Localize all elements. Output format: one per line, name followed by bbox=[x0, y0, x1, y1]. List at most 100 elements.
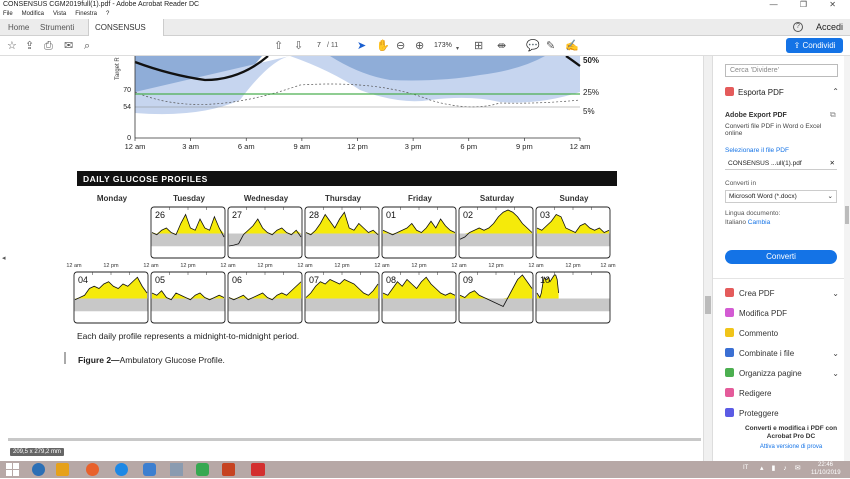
day-profile-panel: 28 bbox=[304, 206, 380, 259]
y-tick-0: 0 bbox=[127, 135, 131, 142]
promo-text: Converti e modifica i PDF con Acrobat Pr… bbox=[744, 425, 838, 440]
window-controls[interactable]: — ❐ ✕ bbox=[770, 0, 846, 10]
taskbar-app-2-icon[interactable] bbox=[143, 463, 156, 476]
expand-icon[interactable]: ⌄ bbox=[832, 367, 839, 381]
window-title: CONSENSUS CGM2019full(1).pdf - Adobe Acr… bbox=[3, 1, 200, 8]
highlight-icon[interactable]: ✎ bbox=[546, 39, 555, 53]
zoom-out-icon[interactable]: ⊖ bbox=[396, 39, 405, 53]
start-button[interactable] bbox=[6, 463, 19, 476]
fit-page-icon[interactable]: ⊞ bbox=[474, 39, 483, 53]
organize-icon bbox=[725, 368, 734, 377]
page-number-input[interactable]: 7 bbox=[312, 40, 326, 51]
day-axis-tick-label: 12 pm bbox=[257, 263, 273, 269]
tool-create-pdf[interactable]: Crea PDF ⌄ bbox=[725, 287, 845, 301]
redact-icon bbox=[725, 388, 734, 397]
share-button[interactable]: ⇪ Condividi bbox=[786, 38, 843, 53]
print-icon[interactable]: ⎙ bbox=[44, 39, 53, 53]
day-profile-panel: 09 bbox=[458, 271, 534, 324]
prev-page-arrow-icon[interactable]: ◂ bbox=[2, 254, 6, 262]
menu-view[interactable]: Vista bbox=[53, 11, 66, 17]
help-icon[interactable]: ? bbox=[793, 22, 803, 32]
agp-x-tick-label: 6 pm bbox=[460, 142, 477, 151]
upload-icon[interactable]: ⇪ bbox=[25, 39, 34, 53]
adobe-export-title: Adobe Export PDF bbox=[725, 112, 787, 119]
remove-file-icon[interactable]: ✕ bbox=[830, 157, 835, 170]
day-profile-panel: 01 bbox=[381, 206, 457, 259]
tab-home[interactable]: Home bbox=[8, 19, 29, 36]
menu-file[interactable]: File bbox=[3, 11, 13, 17]
export-pdf-header[interactable]: Esporta PDF ⌃ bbox=[725, 87, 845, 99]
tool-combine[interactable]: Combinate i file ⌄ bbox=[725, 347, 845, 361]
agp-x-tick-label: 9 am bbox=[294, 142, 311, 151]
taskbar-app-4-icon[interactable] bbox=[196, 463, 209, 476]
selected-file[interactable]: CONSENSUS ...ull(1).pdf ✕ bbox=[725, 157, 837, 170]
expand-icon[interactable]: ⌄ bbox=[832, 347, 839, 361]
protect-icon bbox=[725, 408, 734, 417]
search-tools-input[interactable]: Cerca 'Dividere' bbox=[725, 64, 838, 77]
taskbar-app-1-icon[interactable] bbox=[32, 463, 45, 476]
tab-tools[interactable]: Strumenti bbox=[40, 19, 74, 36]
email-icon[interactable]: ✉ bbox=[64, 39, 73, 53]
hand-tool-icon[interactable]: ✋ bbox=[376, 39, 390, 53]
day-axis-tick-label: 12 am bbox=[451, 263, 467, 269]
scroll-mode-icon[interactable]: ⇼ bbox=[497, 39, 506, 53]
y-tick-54: 54 bbox=[123, 104, 131, 111]
vertical-scroll-thumb[interactable] bbox=[705, 296, 711, 314]
taskbar-app-3-icon[interactable] bbox=[170, 463, 183, 476]
taskbar: IT ▴ ▮ ♪ ✉ 22:46 11/10/2019 bbox=[0, 461, 850, 478]
select-cursor-icon[interactable]: ➤ bbox=[357, 39, 366, 53]
day-axis-tick-label: 12 pm bbox=[411, 263, 427, 269]
panel-date: 28 bbox=[309, 210, 319, 220]
vertical-scrollbar[interactable] bbox=[703, 56, 712, 461]
convert-button[interactable]: Converti bbox=[725, 250, 837, 264]
document-view[interactable]: 70 54 0 Target R 50% 25% 5% 12 am 3 am 6 a… bbox=[0, 56, 703, 439]
menu-edit[interactable]: Modifica bbox=[22, 11, 44, 17]
taskbar-ie-icon[interactable] bbox=[115, 463, 128, 476]
day-name-wednesday: Wednesday bbox=[244, 194, 289, 203]
tray-icons[interactable]: ▴ ▮ ♪ ✉ bbox=[760, 464, 804, 472]
collapse-icon[interactable]: ⌃ bbox=[832, 87, 839, 96]
copy-icon[interactable]: ⧉ bbox=[830, 110, 836, 120]
page-down-icon[interactable]: ⇩ bbox=[294, 39, 303, 53]
agp-x-tick-label: 6 am bbox=[238, 142, 255, 151]
tool-create-pdf-label: Crea PDF bbox=[739, 289, 775, 298]
menu-help[interactable]: ? bbox=[106, 11, 109, 17]
day-axis-tick-label: 12 am bbox=[66, 263, 82, 269]
language-indicator[interactable]: IT bbox=[743, 465, 748, 471]
menu-window[interactable]: Finestra bbox=[75, 11, 97, 17]
sign-icon[interactable]: ✍ bbox=[565, 39, 579, 53]
taskbar-folder-icon[interactable] bbox=[56, 463, 69, 476]
sign-in-link[interactable]: Accedi bbox=[816, 22, 843, 32]
panel-scroll-thumb[interactable] bbox=[845, 206, 849, 224]
tool-comment[interactable]: Commento bbox=[725, 327, 845, 341]
expand-icon[interactable]: ⌄ bbox=[832, 287, 839, 301]
tab-document[interactable]: CONSENSUS CGM... ✕ bbox=[88, 19, 164, 49]
page-up-icon[interactable]: ⇧ bbox=[274, 39, 283, 53]
change-language-link[interactable]: Cambia bbox=[748, 219, 770, 226]
tools-panel: Cerca 'Dividere' Esporta PDF ⌃ Adobe Exp… bbox=[712, 56, 845, 461]
taskbar-acrobat-icon[interactable] bbox=[251, 463, 265, 476]
target-band bbox=[305, 233, 379, 247]
trial-link[interactable]: Attiva versione di prova bbox=[743, 444, 839, 450]
bookmark-icon[interactable]: ☆ bbox=[7, 39, 17, 53]
tool-edit-pdf[interactable]: Modifica PDF bbox=[725, 307, 845, 321]
tool-organize[interactable]: Organizza pagine ⌄ bbox=[725, 367, 845, 381]
day-profile-panel: 07 bbox=[304, 271, 380, 324]
tool-protect[interactable]: Proteggere bbox=[725, 407, 845, 421]
zoom-in-icon[interactable]: ⊕ bbox=[415, 39, 424, 53]
export-pdf-title: Esporta PDF bbox=[738, 88, 784, 97]
panel-scrollbar[interactable] bbox=[844, 56, 850, 461]
search-icon[interactable]: ⌕ bbox=[84, 39, 90, 53]
title-bar: CONSENSUS CGM2019full(1).pdf - Adobe Acr… bbox=[0, 0, 850, 10]
comment-icon[interactable]: 💬 bbox=[526, 39, 540, 53]
target-band bbox=[151, 298, 225, 312]
day-profile-panel: 06 bbox=[227, 271, 303, 324]
format-select[interactable]: Microsoft Word (*.docx) ⌄ bbox=[725, 190, 837, 203]
taskbar-firefox-icon[interactable] bbox=[86, 463, 99, 476]
taskbar-powerpoint-icon[interactable] bbox=[222, 463, 235, 476]
day-profile-panel: 02 bbox=[458, 206, 534, 259]
zoom-dropdown-icon[interactable]: ▾ bbox=[456, 42, 459, 56]
language-row: Italiano Cambia bbox=[725, 219, 770, 226]
figure-caption: Figure 2—Ambulatory Glucose Profile. bbox=[78, 355, 225, 365]
tool-redact[interactable]: Redigere bbox=[725, 387, 845, 401]
